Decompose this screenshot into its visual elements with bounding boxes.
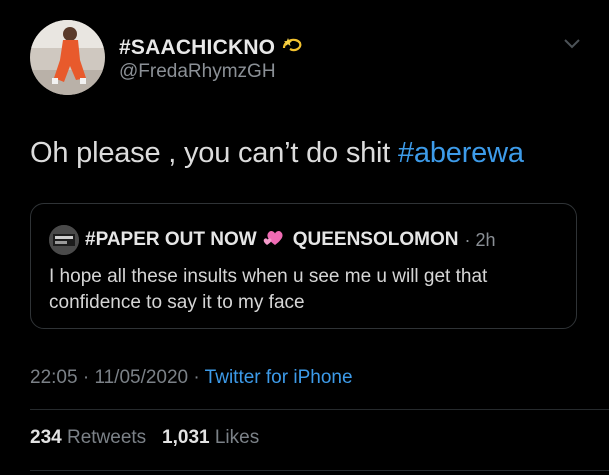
two-hearts-icon [263, 227, 287, 254]
quoted-author-avatar [49, 225, 79, 255]
likes-stat[interactable]: 1,031 Likes [162, 427, 259, 448]
tweet-body: Oh please , you can’t do shit [30, 137, 398, 169]
chevron-down-icon[interactable] [562, 36, 582, 52]
divider [30, 470, 609, 471]
likes-label: Likes [214, 427, 260, 448]
retweets-label: Retweets [66, 427, 147, 448]
quoted-tweet-age: · 2h [464, 229, 496, 250]
divider [30, 409, 609, 410]
author-handle[interactable]: @FredaRhymzGH [119, 61, 276, 83]
hashtag-link[interactable]: #aberewa [398, 137, 524, 169]
author-display-name: #SAACHICKNO [119, 35, 276, 59]
likes-count: 1,031 [162, 427, 210, 448]
author-avatar[interactable] [30, 20, 105, 95]
retweets-stat[interactable]: 234 Retweets [30, 427, 146, 448]
tweet-detail: #SAACHICKNO @FredaRhymzGH Oh please , yo… [0, 0, 609, 475]
tweet-time: 22:05 [30, 367, 78, 388]
quoted-author-name-part1: #PAPER OUT NOW [85, 229, 257, 250]
meta-separator: · [193, 367, 200, 388]
tweet-meta: 22:05 · 11/05/2020 · Twitter for iPhone [30, 367, 353, 389]
quoted-author-name-part2: QUEENSOLOMON [292, 229, 459, 250]
quoted-tweet-text: I hope all these insults when u see me u… [49, 266, 488, 313]
tweet-stats: 234 Retweets 1,031 Likes [30, 427, 259, 449]
dizzy-icon [281, 34, 303, 61]
tweet-source-link[interactable]: Twitter for iPhone [205, 367, 353, 388]
tweet-text: Oh please , you can’t do shit #aberewa [30, 137, 524, 170]
quoted-tweet-header: #PAPER OUT NOW QUEENSOLOMON · 2h [49, 225, 495, 255]
retweets-count: 234 [30, 427, 62, 448]
meta-separator: · [82, 367, 90, 388]
quoted-tweet-card[interactable]: #PAPER OUT NOW QUEENSOLOMON · 2h I hope … [30, 203, 577, 329]
author-name-row[interactable]: #SAACHICKNO [119, 34, 303, 61]
tweet-date: 11/05/2020 [94, 367, 189, 388]
